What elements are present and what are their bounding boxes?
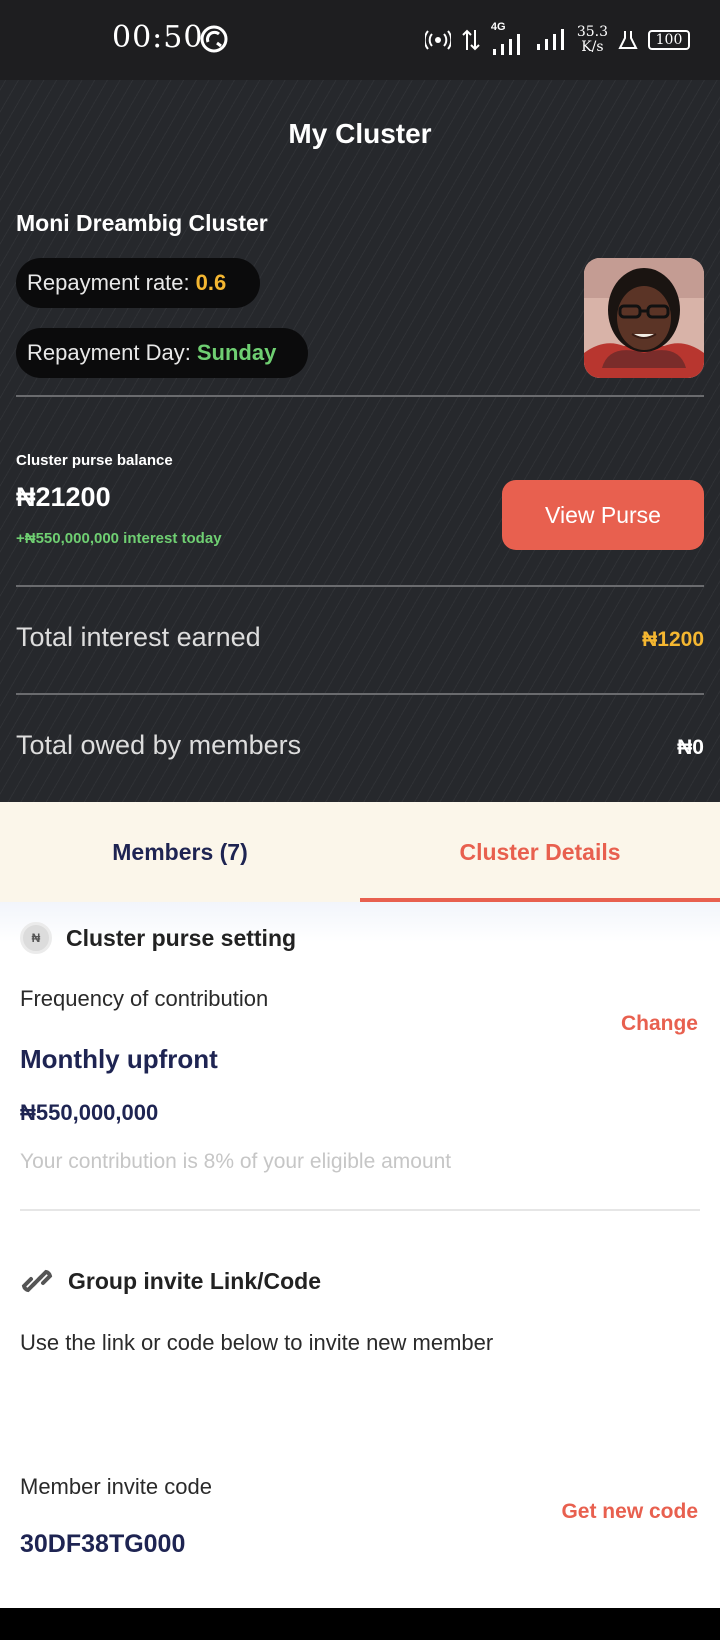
status-bar: 00:50 4G 35.3 K/s 100 — [0, 0, 720, 80]
purse-interest-today: +₦550,000,000 interest today — [16, 530, 222, 547]
repayment-day-pill: Repayment Day: Sunday — [16, 328, 308, 378]
invite-code[interactable]: 30DF38TG000 — [20, 1530, 185, 1559]
contribution-amount: ₦550,000,000 — [20, 1100, 159, 1125]
tab-bar: Members (7) Cluster Details — [0, 802, 720, 902]
total-owed-label: Total owed by members — [16, 730, 302, 760]
invite-description: Use the link or code below to invite new… — [20, 1330, 494, 1355]
divider — [16, 693, 704, 695]
invite-code-label: Member invite code — [20, 1474, 212, 1499]
signal-icon — [492, 34, 520, 55]
hotspot-icon — [424, 30, 451, 50]
sync-icon — [200, 25, 228, 53]
tab-cluster-details[interactable]: Cluster Details — [360, 802, 720, 902]
repayment-day-label: Repayment Day: — [27, 340, 191, 365]
link-icon — [21, 1269, 53, 1293]
get-new-code-link[interactable]: Get new code — [561, 1500, 698, 1524]
total-owed-value: ₦0 — [677, 736, 704, 759]
total-interest-label: Total interest earned — [16, 622, 261, 652]
avatar-image — [584, 258, 704, 378]
purse-setting-heading: ₦ Cluster purse setting — [20, 922, 296, 954]
repayment-rate-label: Repayment rate: — [27, 270, 190, 295]
tab-members[interactable]: Members (7) — [0, 802, 360, 902]
divider — [16, 585, 704, 587]
network-speed: 35.3 K/s — [577, 25, 608, 55]
divider — [16, 395, 704, 397]
avatar[interactable] — [584, 258, 704, 378]
cluster-name: Moni Dreambig Cluster — [16, 210, 268, 236]
signal-icon-4g: 4G — [491, 21, 525, 55]
cluster-summary: My Cluster Moni Dreambig Cluster Repayme… — [0, 80, 720, 802]
purse-balance-label: Cluster purse balance — [16, 452, 173, 469]
page-title: My Cluster — [288, 118, 432, 149]
speed-unit: K/s — [581, 39, 604, 55]
naira-coin-icon: ₦ — [20, 922, 52, 954]
total-interest-value: ₦1200 — [642, 628, 704, 651]
speed-value: 35.3 — [576, 24, 608, 40]
data-arrows-icon — [462, 29, 480, 51]
purse-balance-amount: ₦21200 — [16, 482, 111, 512]
status-time: 00:50 — [112, 20, 204, 55]
change-frequency-link[interactable]: Change — [621, 1012, 698, 1036]
invite-title: Group invite Link/Code — [68, 1267, 322, 1294]
divider — [20, 1209, 700, 1211]
view-purse-button[interactable]: View Purse — [502, 480, 704, 550]
cluster-details-panel: ₦ Cluster purse setting Frequency of con… — [0, 902, 720, 1608]
frequency-value: Monthly upfront — [20, 1044, 218, 1074]
invite-heading: Group invite Link/Code — [20, 1264, 321, 1298]
frequency-label: Frequency of contribution — [20, 986, 269, 1011]
purse-setting-title: Cluster purse setting — [66, 924, 297, 951]
repayment-rate-value: 0.6 — [195, 270, 227, 295]
repayment-day-value: Sunday — [196, 340, 277, 365]
contribution-note: Your contribution is 8% of your eligible… — [20, 1150, 452, 1173]
battery-icon: 100 — [648, 30, 690, 50]
network-type: 4G — [490, 21, 506, 33]
flask-icon — [618, 31, 638, 49]
repayment-rate-pill: Repayment rate: 0.6 — [16, 258, 260, 308]
status-icons: 4G 35.3 K/s 100 — [424, 20, 690, 60]
signal-icon-secondary — [536, 29, 564, 50]
system-nav-bar — [0, 1608, 720, 1640]
